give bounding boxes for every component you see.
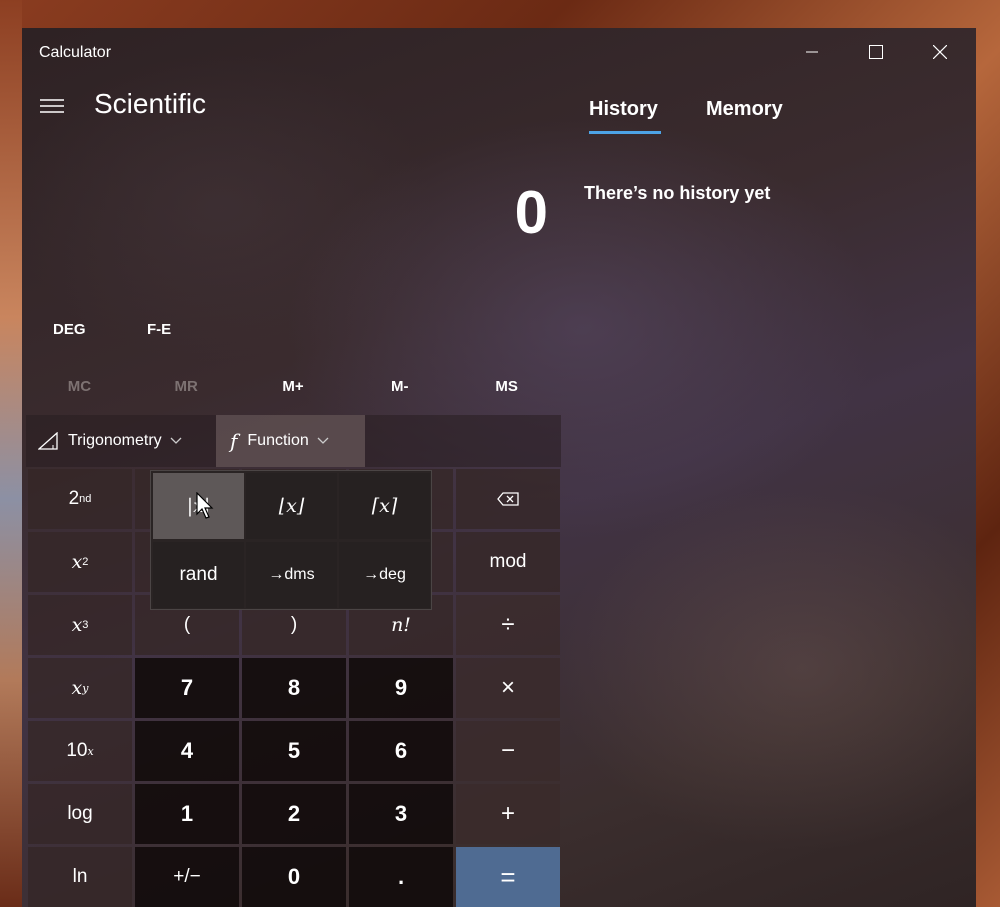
digit-6-key[interactable]: 6	[349, 721, 453, 781]
log-key[interactable]: log	[28, 784, 132, 844]
digit-3-key[interactable]: 3	[349, 784, 453, 844]
navigation-menu-button[interactable]	[36, 90, 68, 122]
function-dropdown[interactable]: f Function	[216, 415, 365, 467]
digit-4-key[interactable]: 4	[135, 721, 239, 781]
active-tab-indicator	[589, 131, 661, 134]
calculator-window: Calculator Scientific 0 DEG F-E MC MR M+…	[22, 28, 976, 907]
divide-key[interactable]: ÷	[456, 595, 560, 655]
digit-9-key[interactable]: 9	[349, 658, 453, 718]
function-bar: Trigonometry f Function	[26, 415, 561, 467]
maximize-button[interactable]	[848, 34, 904, 70]
function-f-icon: f	[230, 429, 238, 453]
floor-key[interactable]: ⌊x⌋	[246, 473, 337, 539]
second-label: 2	[68, 488, 80, 509]
memory-subtract-button[interactable]: M-	[346, 368, 453, 404]
close-icon	[933, 45, 947, 59]
hamburger-icon	[40, 99, 64, 113]
ln-key[interactable]: ln	[28, 847, 132, 907]
fixed-exponent-button[interactable]: F-E	[147, 314, 171, 344]
memory-controls: MC MR M+ M- MS	[26, 368, 560, 404]
memory-store-button[interactable]: MS	[453, 368, 560, 404]
digit-7-key[interactable]: 7	[135, 658, 239, 718]
minimize-button[interactable]	[784, 34, 840, 70]
backspace-key[interactable]	[456, 469, 560, 529]
ten-power-exp: x	[87, 744, 94, 758]
result-display: 0	[514, 179, 548, 246]
power-key[interactable]: xy	[28, 658, 132, 718]
title-bar[interactable]: Calculator	[22, 28, 976, 76]
function-label: Function	[247, 432, 309, 449]
digit-8-key[interactable]: 8	[242, 658, 346, 718]
trigonometry-label: Trigonometry	[68, 432, 162, 449]
ceiling-key[interactable]: ⌈x⌉	[339, 473, 430, 539]
chevron-down-icon	[170, 437, 182, 444]
power-base: x	[71, 677, 83, 699]
minus-key[interactable]: −	[456, 721, 560, 781]
minimize-icon	[806, 51, 818, 53]
ten-power-base: 10	[66, 740, 88, 761]
memory-add-button[interactable]: M+	[240, 368, 347, 404]
digit-1-key[interactable]: 1	[135, 784, 239, 844]
to-degrees-key[interactable]: →deg	[339, 542, 430, 608]
digit-0-key[interactable]: 0	[242, 847, 346, 907]
angle-unit-button[interactable]: DEG	[53, 314, 86, 344]
close-button[interactable]	[912, 34, 968, 70]
plus-key[interactable]: +	[456, 784, 560, 844]
calculator-mode-title: Scientific	[94, 88, 207, 119]
square-base: x	[71, 551, 83, 573]
digit-5-key[interactable]: 5	[242, 721, 346, 781]
power-exp: y	[82, 681, 89, 695]
tab-history[interactable]: History	[589, 98, 658, 121]
digit-2-key[interactable]: 2	[242, 784, 346, 844]
desktop-background	[0, 0, 22, 907]
triangle-ruler-icon	[38, 432, 58, 450]
second-sup: nd	[79, 493, 92, 505]
tab-memory[interactable]: Memory	[706, 98, 783, 121]
trigonometry-dropdown[interactable]: Trigonometry	[38, 415, 216, 467]
mouse-pointer-icon	[196, 492, 214, 519]
cube-exp: 3	[82, 619, 89, 631]
memory-clear-button[interactable]: MC	[26, 368, 133, 404]
second-function-key[interactable]: 2nd	[28, 469, 132, 529]
mod-key[interactable]: mod	[456, 532, 560, 592]
chevron-down-icon	[317, 437, 329, 444]
history-empty-message: There’s no history yet	[584, 183, 771, 203]
random-key[interactable]: rand	[153, 542, 244, 608]
backspace-icon	[497, 492, 519, 506]
square-key[interactable]: x2	[28, 532, 132, 592]
equals-key[interactable]: =	[456, 847, 560, 907]
square-exp: 2	[82, 556, 89, 568]
app-title: Calculator	[39, 44, 112, 61]
negate-key[interactable]: +/−	[135, 847, 239, 907]
memory-recall-button[interactable]: MR	[133, 368, 240, 404]
function-flyout: |x| ⌊x⌋ ⌈x⌉ rand →dms →deg	[150, 470, 432, 610]
to-dms-key[interactable]: →dms	[246, 542, 337, 608]
cube-key[interactable]: x3	[28, 595, 132, 655]
decimal-key[interactable]: .	[349, 847, 453, 907]
maximize-icon	[869, 45, 883, 59]
multiply-key[interactable]: ×	[456, 658, 560, 718]
cube-base: x	[71, 614, 83, 636]
ten-power-key[interactable]: 10 x	[28, 721, 132, 781]
